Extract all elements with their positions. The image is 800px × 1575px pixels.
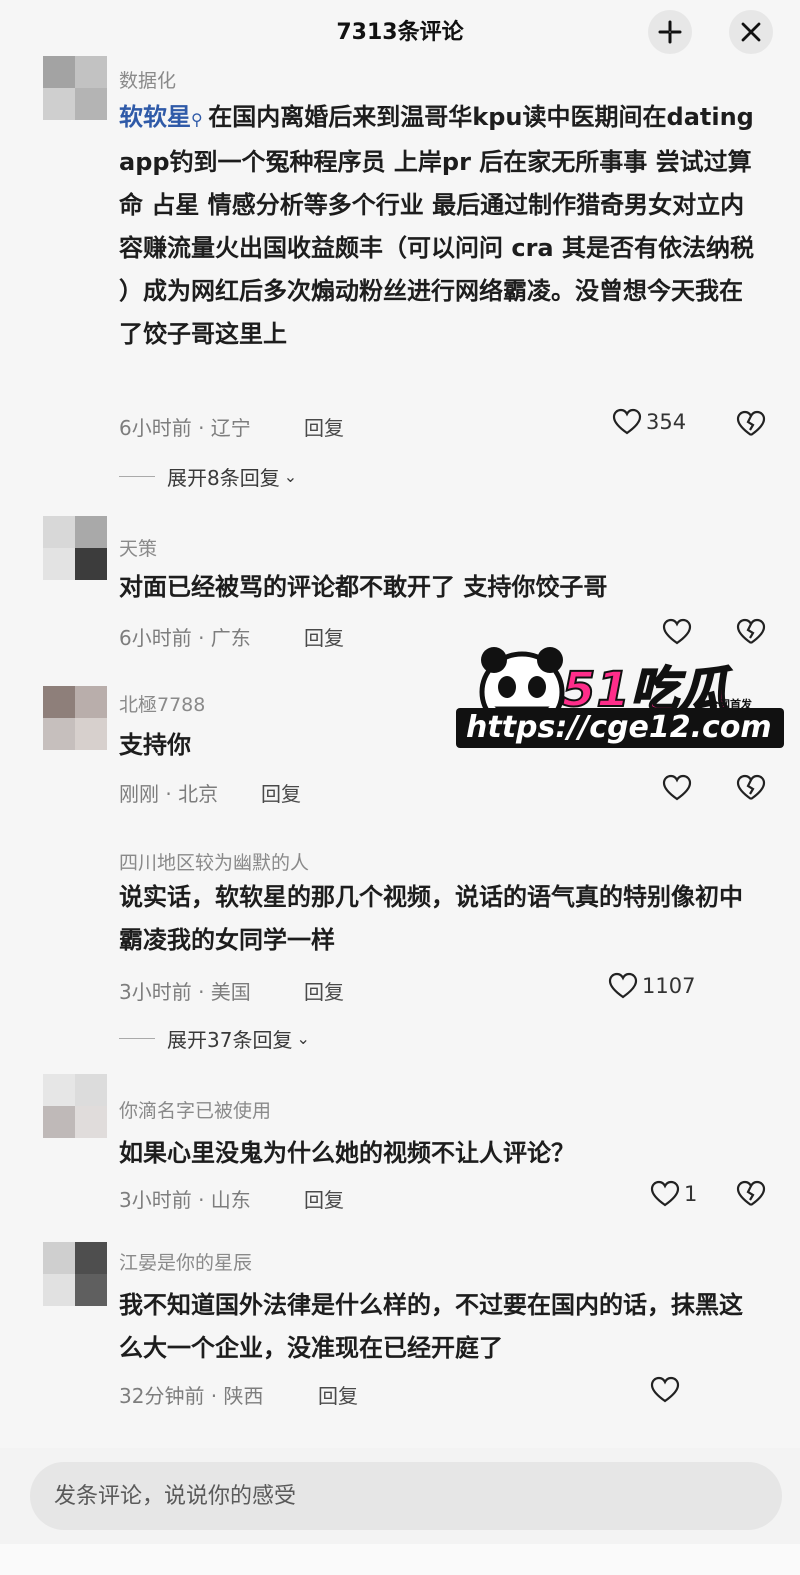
comment-input-container[interactable] [30,1462,782,1530]
avatar[interactable] [43,1242,107,1306]
expand-icon [658,20,682,44]
comment-item: 四川地区较为幽默的人 说实话，软软星的那几个视频，说话的语气真的特别像初中霸凌我… [0,840,800,1060]
comment-input[interactable] [54,1480,754,1512]
comment-body: 在国内离婚后来到温哥华kpu读中医期间在dating app钓到一个冤种程序员 … [119,103,754,348]
comment-meta: 刚刚 · 北京 [119,782,219,806]
heart-icon [650,1376,680,1403]
like-count: 1 [684,1182,698,1206]
bottom-strip [0,1544,800,1575]
broken-heart-icon [736,1180,766,1206]
comment-text: 说实话，软软星的那几个视频，说话的语气真的特别像初中霸凌我的女同学一样 [119,883,743,954]
comment-username[interactable]: 四川地区较为幽默的人 [119,848,309,875]
mention-link[interactable]: 软软星 [119,103,191,131]
comment-item: 你滴名字已被使用 如果心里没鬼为什么她的视频不让人评论？ 3小时前 · 山东 回… [0,1072,800,1222]
close-button[interactable] [729,10,773,54]
broken-heart-icon [736,410,766,436]
like-button[interactable] [650,1376,680,1404]
expand-replies-button[interactable]: 展开8条回复 ⌄ [119,462,297,491]
expand-replies-label: 展开8条回复 [167,466,280,490]
divider [119,1038,155,1039]
comment-input-bar [0,1448,800,1575]
dislike-button[interactable] [736,774,766,806]
comment-username[interactable]: 数据化 [119,66,176,93]
comment-username[interactable]: 天策 [119,534,157,561]
reply-button[interactable]: 回复 [304,976,344,1005]
like-count: 1107 [642,974,696,998]
expand-button[interactable] [648,10,692,54]
comment-meta: 3小时前 · 山东 [119,1188,251,1212]
comment-text: 我不知道国外法律是什么样的，不过要在国内的话，抹黑这么大一个企业，没准现在已经开… [119,1291,743,1362]
like-button[interactable]: 1 [650,1180,697,1208]
search-icon[interactable]: ⚲ [191,110,208,129]
avatar[interactable] [43,56,107,120]
avatar[interactable] [43,686,107,750]
comment-meta: 32分钟前 · 陕西 [119,1384,264,1408]
reply-button[interactable]: 回复 [304,622,344,651]
heart-icon [612,408,642,435]
like-count: 354 [646,410,687,434]
comment-meta: 6小时前 · 辽宁 [119,416,251,440]
heart-icon [608,972,638,999]
broken-heart-icon [736,774,766,800]
comment-meta: 6小时前 · 广东 [119,626,251,650]
chevron-down-icon: ⌄ [283,467,298,486]
avatar[interactable] [43,1074,107,1138]
expand-replies-button[interactable]: 展开37条回复 ⌄ [119,1024,310,1053]
comment-username[interactable]: 江晏是你的星辰 [119,1248,252,1275]
comment-username[interactable]: 北極7788 [119,690,205,717]
comment-text: 对面已经被骂的评论都不敢开了 支持你饺子哥 [119,573,608,601]
avatar[interactable] [43,516,107,580]
heart-icon [662,774,692,801]
reply-button[interactable]: 回复 [318,1380,358,1409]
comment-text: 如果心里没鬼为什么她的视频不让人评论？ [119,1139,575,1167]
like-button[interactable]: 1107 [608,972,695,1000]
like-button[interactable]: 354 [612,408,686,436]
close-icon [741,22,761,42]
comment-username[interactable]: 你滴名字已被使用 [119,1096,271,1123]
comment-text: 软软星⚲ 在国内离婚后来到温哥华kpu读中医期间在dating app钓到一个冤… [119,96,759,356]
reply-button[interactable]: 回复 [304,412,344,441]
comment-item: 数据化 软软星⚲ 在国内离婚后来到温哥华kpu读中医期间在dating app钓… [0,52,800,492]
comment-item: 江晏是你的星辰 我不知道国外法律是什么样的，不过要在国内的话，抹黑这么大一个企业… [0,1242,800,1432]
dislike-button[interactable] [736,1180,766,1212]
watermark-logo: 51吃瓜 全网首发 https://cge12.com [450,632,790,752]
reply-button[interactable]: 回复 [304,1184,344,1213]
heart-icon [650,1180,680,1207]
like-button[interactable] [662,774,692,802]
divider [119,476,155,477]
chevron-down-icon: ⌄ [296,1029,310,1048]
reply-button[interactable]: 回复 [261,778,301,807]
expand-replies-label: 展开37条回复 [167,1028,293,1052]
dislike-button[interactable] [736,410,766,442]
comment-meta: 3小时前 · 美国 [119,980,251,1004]
watermark-url: https://cge12.com [466,710,772,745]
